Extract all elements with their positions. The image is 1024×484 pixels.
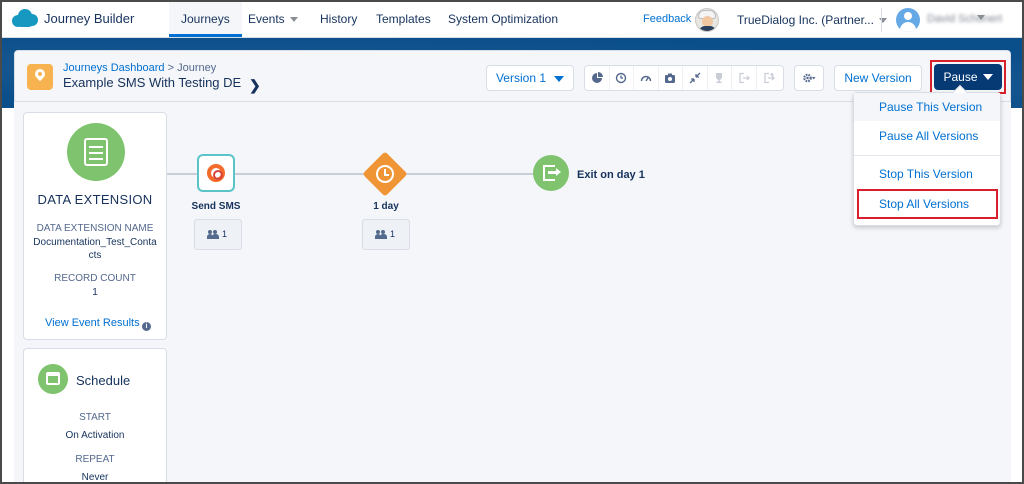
tab-templates[interactable]: Templates bbox=[376, 2, 431, 37]
send-sms-count[interactable]: 1 bbox=[194, 219, 242, 250]
tab-system-optimization[interactable]: System Optimization bbox=[448, 2, 558, 37]
history-icon[interactable] bbox=[610, 66, 634, 90]
version-label: Version 1 bbox=[495, 71, 547, 85]
contacts-icon bbox=[207, 230, 219, 240]
flow-connector bbox=[167, 173, 197, 175]
tab-history-label: History bbox=[320, 12, 358, 26]
exit-criteria-icon bbox=[757, 66, 782, 90]
data-extension-title: DATA EXTENSION bbox=[37, 192, 153, 207]
user-name[interactable]: David Schonert bbox=[927, 13, 1002, 25]
schedule-title: Schedule bbox=[76, 373, 131, 388]
app-name: Journey Builder bbox=[44, 10, 135, 26]
journey-title[interactable]: Example SMS With Testing DE bbox=[63, 75, 241, 90]
app-frame: Journey Builder Journeys Events History … bbox=[0, 0, 1024, 484]
gauge-icon[interactable] bbox=[634, 66, 659, 90]
clock-icon bbox=[376, 165, 394, 183]
menu-divider bbox=[854, 155, 1000, 156]
trophy-icon bbox=[708, 66, 732, 90]
view-event-results-link[interactable]: View Event Results bbox=[45, 317, 140, 329]
breadcrumb-current: Journey bbox=[177, 62, 217, 74]
einstein-avatar-icon[interactable] bbox=[695, 8, 719, 32]
chevron-down-icon bbox=[554, 75, 565, 82]
exit-label: Exit on day 1 bbox=[577, 169, 645, 181]
top-nav: Journey Builder Journeys Events History … bbox=[2, 2, 1022, 38]
send-sms-activity[interactable] bbox=[197, 154, 235, 192]
map-pin-icon bbox=[27, 64, 53, 90]
data-extension-icon bbox=[67, 123, 125, 181]
breadcrumb-dashboard-link[interactable]: Journeys Dashboard bbox=[63, 62, 165, 74]
nav-divider bbox=[881, 8, 882, 32]
settings-menu-button[interactable] bbox=[794, 65, 824, 91]
journey-toolbar bbox=[584, 65, 784, 91]
record-count-label: RECORD COUNT bbox=[54, 273, 136, 284]
record-count-value: 1 bbox=[92, 287, 98, 298]
wait-label: 1 day bbox=[373, 201, 399, 212]
tab-events-label: Events bbox=[248, 12, 285, 26]
chevron-right-icon[interactable]: ❯ bbox=[249, 77, 261, 94]
breadcrumb: Journeys Dashboard > Journey bbox=[63, 62, 216, 74]
org-name: TrueDialog Inc. (Partner... bbox=[737, 13, 874, 27]
wait-count[interactable]: 1 bbox=[362, 219, 410, 250]
schedule-start-value: On Activation bbox=[65, 430, 125, 441]
app-brand[interactable]: Journey Builder bbox=[12, 9, 134, 27]
menu-item-pause-all-versions[interactable]: Pause All Versions bbox=[854, 122, 1000, 150]
org-switcher[interactable]: TrueDialog Inc. (Partner... bbox=[737, 13, 887, 27]
exit-icon bbox=[732, 66, 757, 90]
pie-chart-icon[interactable] bbox=[585, 66, 610, 90]
tab-system-optimization-label: System Optimization bbox=[448, 12, 559, 26]
data-extension-name-value-wrap: cts bbox=[88, 250, 102, 261]
flow-connector bbox=[235, 173, 370, 175]
flow-connector bbox=[402, 173, 534, 175]
schedule-repeat-label: REPEAT bbox=[75, 454, 115, 465]
user-menu-chevron-icon[interactable] bbox=[977, 15, 985, 20]
tab-journeys[interactable]: Journeys bbox=[169, 2, 242, 37]
data-extension-name-value: Documentation_Test_Conta bbox=[33, 237, 157, 248]
info-icon[interactable]: i bbox=[142, 322, 151, 331]
salesforce-cloud-icon bbox=[12, 9, 38, 27]
calendar-icon bbox=[38, 364, 68, 394]
pause-label: Pause bbox=[943, 70, 978, 84]
tab-events[interactable]: Events bbox=[248, 2, 298, 37]
tab-journeys-label: Journeys bbox=[181, 12, 230, 26]
wait-count-value: 1 bbox=[390, 229, 396, 239]
schedule-start-label: START bbox=[79, 412, 111, 423]
chevron-down-icon bbox=[289, 17, 298, 23]
new-version-button[interactable]: New Version bbox=[834, 65, 922, 91]
gear-icon bbox=[803, 73, 816, 83]
tab-templates-label: Templates bbox=[376, 12, 431, 26]
camera-icon[interactable] bbox=[659, 66, 683, 90]
send-sms-label: Send SMS bbox=[191, 201, 241, 212]
sms-icon bbox=[207, 164, 225, 182]
contacts-icon bbox=[375, 230, 387, 240]
menu-item-pause-this-version[interactable]: Pause This Version bbox=[854, 93, 1000, 121]
pause-button[interactable]: Pause bbox=[934, 64, 1002, 90]
send-sms-count-value: 1 bbox=[222, 229, 228, 239]
tab-history[interactable]: History bbox=[320, 2, 357, 37]
feedback-link[interactable]: Feedback bbox=[643, 13, 691, 25]
data-extension-name-label: DATA EXTENSION NAME bbox=[36, 223, 154, 234]
breadcrumb-separator: > bbox=[167, 62, 175, 74]
version-select[interactable]: Version 1 bbox=[486, 65, 574, 91]
schedule-repeat-value: Never bbox=[81, 472, 109, 483]
caret-down-icon bbox=[982, 74, 993, 80]
collapse-icon[interactable] bbox=[683, 66, 708, 90]
menu-item-stop-this-version[interactable]: Stop This Version bbox=[854, 160, 1000, 188]
stop-all-highlight-box bbox=[857, 189, 998, 219]
exit-activity[interactable] bbox=[533, 155, 569, 191]
user-avatar-icon[interactable] bbox=[896, 8, 920, 32]
